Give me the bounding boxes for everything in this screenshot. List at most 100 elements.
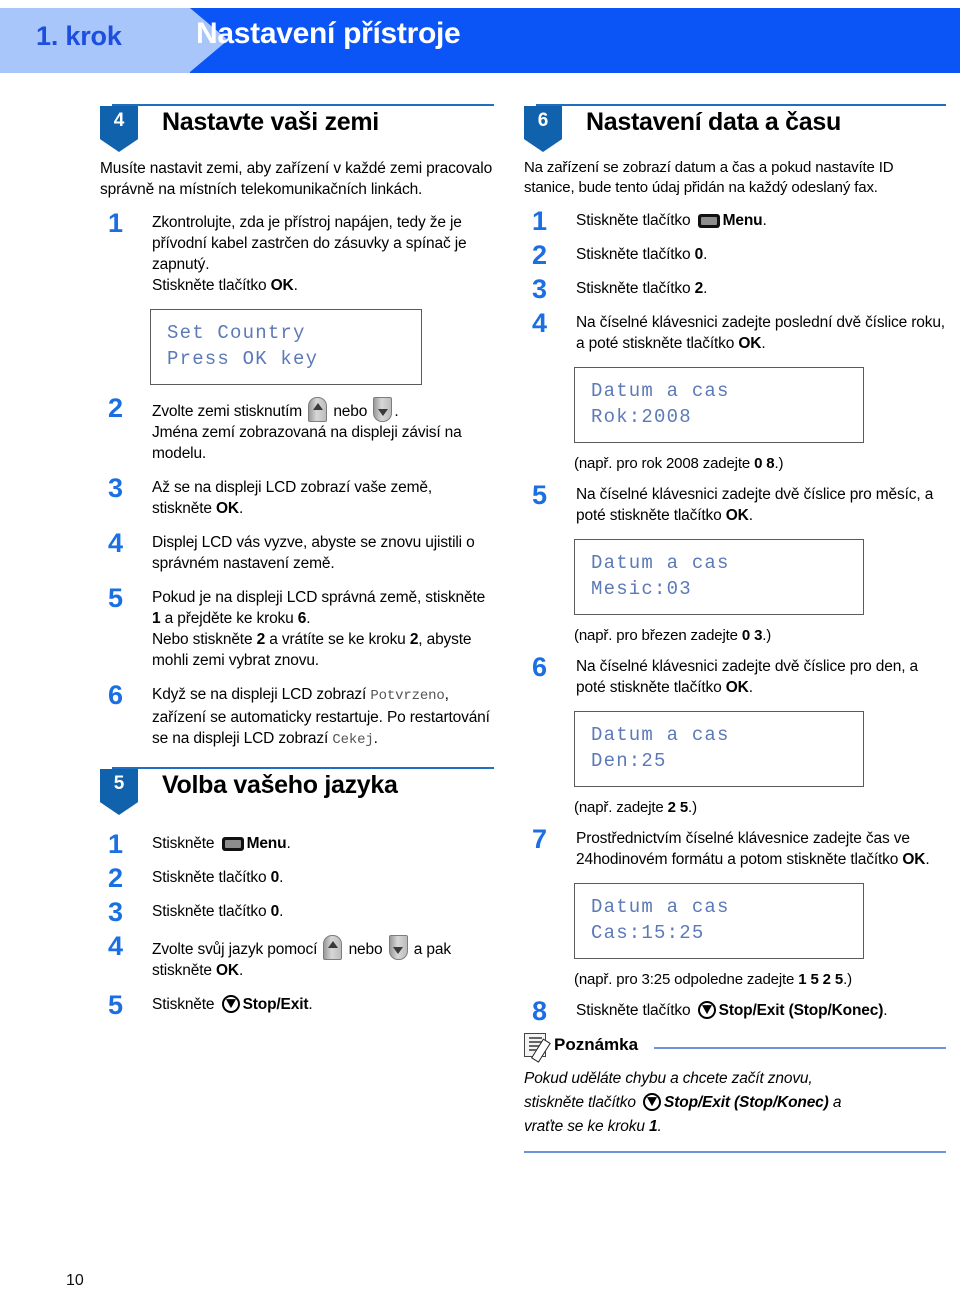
lcd-display-year: Datum a cas Rok:2008 <box>574 367 864 443</box>
step-key-0: 0 <box>270 903 280 920</box>
step-text-post: . <box>703 280 708 297</box>
up-arrow-icon[interactable] <box>323 935 343 960</box>
lcd-line-1: Datum a cas <box>591 380 730 402</box>
right-column: 6 Nastavení data a času Na zařízení se z… <box>524 104 946 1153</box>
step-text: Na číselné klávesnici zadejte dvě číslic… <box>576 656 946 698</box>
step-text: Stiskněte Stop/Exit. <box>152 994 494 1015</box>
example-pre: (např. pro 3:25 odpoledne zadejte <box>574 971 799 988</box>
step-text: Zkontrolujte, zda je přístroj napájen, t… <box>152 212 494 296</box>
stop-exit-icon[interactable] <box>697 1001 716 1019</box>
note-body: Pokud uděláte chybu a chcete začít znovu… <box>524 1067 946 1139</box>
step-text-post: . <box>748 507 753 524</box>
section-4-steps: 1 Zkontrolujte, zda je přístroj napájen,… <box>100 208 494 751</box>
step-item: 4 Na číselné klávesnici zadejte poslední… <box>524 308 946 354</box>
step-item: 6 Na číselné klávesnici zadejte dvě čísl… <box>524 652 946 698</box>
step-text-pre: Stiskněte tlačítko <box>576 246 695 263</box>
section-6-steps: 1 Stiskněte tlačítko Menu. 2 Stiskněte t… <box>524 206 946 1026</box>
example-keys: 0 3 <box>741 627 763 644</box>
section-6-header: 6 Nastavení data a času <box>524 106 946 152</box>
section-5-title: Volba vašeho jazyka <box>162 771 398 799</box>
section-5-number: 5 <box>100 769 138 815</box>
section-4-title: Nastavte vaši zemi <box>162 108 379 136</box>
example-post: .) <box>688 799 697 816</box>
lcd-message-potvrzeno: Potvrzeno <box>370 688 445 704</box>
menu-icon[interactable] <box>221 837 244 851</box>
step-number: 3 <box>108 897 124 927</box>
menu-icon[interactable] <box>697 214 720 228</box>
page-number: 10 <box>66 1272 84 1289</box>
header-step-label: 1. krok <box>36 21 122 51</box>
note-line-3-pre: vraťte se ke kroku <box>524 1118 649 1135</box>
step-item: 3 Až se na displeji LCD zobrazí vaše zem… <box>100 473 494 519</box>
step-text: Až se na displeji LCD zobrazí vaše země,… <box>152 477 494 519</box>
lcd-message-cekej: Cekej <box>332 732 374 748</box>
note-pencil-icon <box>524 1033 546 1057</box>
note-title: Poznámka <box>554 1035 639 1054</box>
note-line-1: Pokud uděláte chybu a chcete začít znovu… <box>524 1070 813 1087</box>
step-item: 5 Na číselné klávesnici zadejte dvě čísl… <box>524 480 946 526</box>
step-text-pre: Stiskněte <box>152 835 219 852</box>
section-5-steps: 1 Stiskněte Menu. 2 Stiskněte tlačítko 0… <box>100 829 494 1020</box>
step-key-ok: OK <box>725 507 749 524</box>
step-text: Na číselné klávesnici zadejte dvě číslic… <box>576 484 946 526</box>
step-number: 4 <box>108 528 124 558</box>
up-arrow-icon[interactable] <box>308 397 328 422</box>
step-key-ok: OK <box>270 277 294 294</box>
step-text-post: . <box>279 869 284 886</box>
note-line-2-post: a <box>828 1094 842 1111</box>
down-arrow-icon[interactable] <box>373 397 393 422</box>
step-text: Zvolte zemi stisknutím nebo . Jména zemí… <box>152 397 494 464</box>
example-keys: 2 5 <box>667 799 689 816</box>
step-text: Zvolte svůj jazyk pomocí nebo a pak stis… <box>152 935 494 981</box>
step-key-ok: OK <box>215 962 239 979</box>
document-page: 1. krok Nastavení přístroje 4 Nastavte v… <box>0 0 960 1316</box>
section-5-header: 5 Volba vašeho jazyka <box>100 769 494 815</box>
step-text: Displej LCD vás vyzve, abyste se znovu u… <box>152 534 475 572</box>
step-text-mid: nebo <box>329 403 372 420</box>
note-bottom-rule <box>524 1151 946 1153</box>
step-number: 5 <box>532 480 548 510</box>
step-line1-c: a přejděte ke kroku <box>160 610 298 627</box>
lcd-line-2: Rok:2008 <box>591 406 692 428</box>
step-text-post: . <box>883 1002 888 1019</box>
step-text-end: . <box>293 277 298 294</box>
step-text-after: . <box>394 403 399 420</box>
step-item: 3 Stiskněte tlačítko 2. <box>524 274 946 304</box>
lcd-display-month: Datum a cas Mesic:03 <box>574 539 864 615</box>
section-4: 4 Nastavte vaši zemi <box>100 104 494 152</box>
step-number: 5 <box>108 583 124 613</box>
example-pre: (např. zadejte <box>574 799 668 816</box>
step-text: Prostřednictvím číselné klávesnice zadej… <box>576 828 946 870</box>
step-item: 4 Zvolte svůj jazyk pomocí nebo a pak st… <box>100 931 494 981</box>
stop-exit-icon[interactable] <box>221 995 240 1013</box>
stop-exit-icon[interactable] <box>643 1093 662 1111</box>
step-text: Stiskněte tlačítko Stop/Exit (Stop/Konec… <box>576 1000 946 1021</box>
section-6-intro: Na zařízení se zobrazí datum a čas a pok… <box>524 159 894 196</box>
step-text-pre: Stiskněte tlačítko <box>576 212 695 229</box>
step-text: Stiskněte tlačítko Menu. <box>576 210 946 231</box>
step-text-c: . <box>373 730 378 747</box>
example-year: (např. pro rok 2008 zadejte 0 8.) <box>574 455 946 472</box>
step-key-0: 0 <box>270 869 280 886</box>
step-item: 5 Stiskněte Stop/Exit. <box>100 990 494 1020</box>
step-number: 2 <box>532 240 548 270</box>
step-text-pre: Stiskněte tlačítko <box>152 869 271 886</box>
step-number: 6 <box>108 680 124 710</box>
lcd-display-country: Set Country Press OK key <box>150 309 422 385</box>
step-number: 3 <box>108 473 124 503</box>
lcd-line-1: Set Country <box>167 322 306 344</box>
example-time: (např. pro 3:25 odpoledne zadejte 1 5 2 … <box>574 971 946 988</box>
step-ref-6: 6 <box>297 610 307 627</box>
step-item: 2 Stiskněte tlačítko 0. <box>524 240 946 270</box>
step-line1-e: . <box>306 610 311 627</box>
step-key-2: 2 <box>694 280 704 297</box>
step-text-a: Zvolte zemi stisknutím <box>152 403 307 420</box>
step-text: Stiskněte tlačítko 0. <box>152 901 494 922</box>
down-arrow-icon[interactable] <box>388 935 408 960</box>
example-post: .) <box>843 971 852 988</box>
step-item: 2 Zvolte zemi stisknutím nebo . Jména ze… <box>100 393 494 464</box>
step-text-end: . <box>238 962 244 979</box>
step-item: 4 Displej LCD vás vyzve, abyste se znovu… <box>100 528 494 574</box>
note-line-3-post: . <box>657 1118 662 1135</box>
step-text-pre: Stiskněte tlačítko <box>152 903 271 920</box>
